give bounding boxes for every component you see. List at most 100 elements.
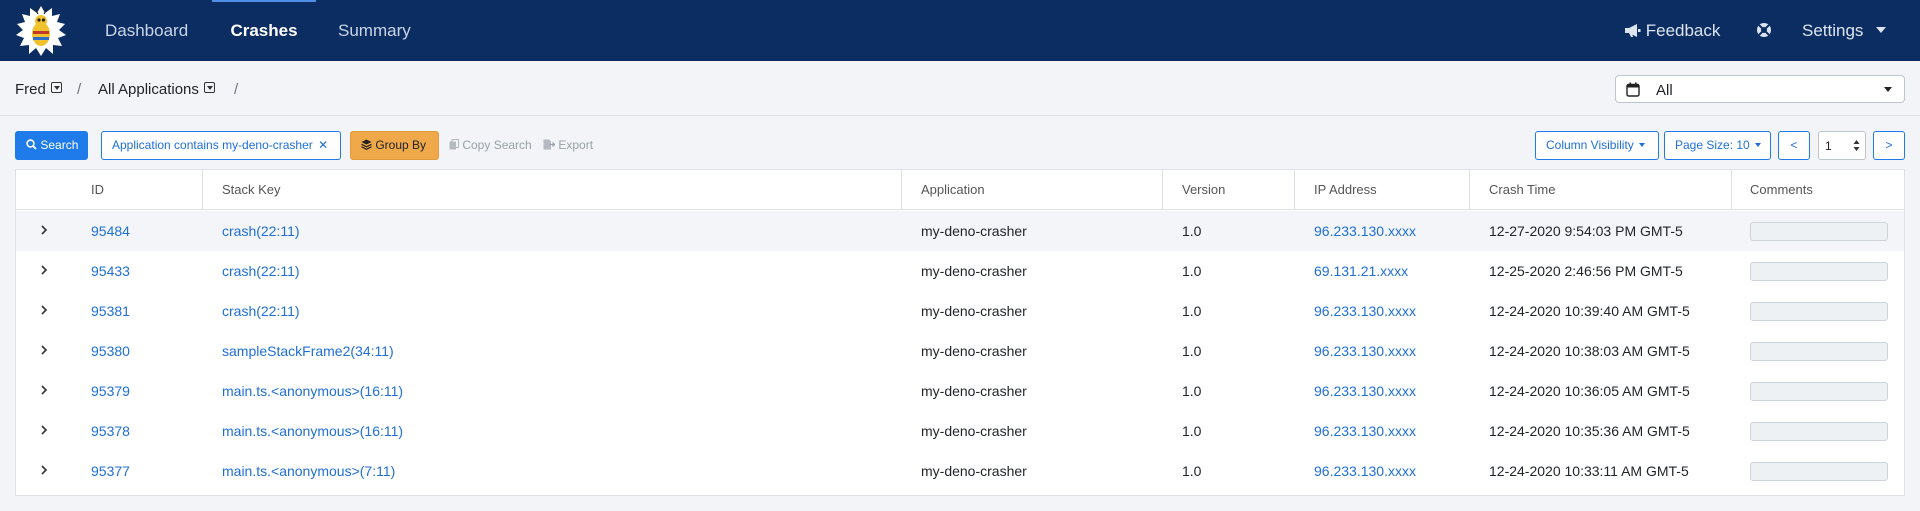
table-row[interactable]: 95381 crash(22:11) my-deno-crasher 1.0 96.23… — [16, 291, 1904, 331]
search-button[interactable]: Search — [15, 131, 88, 160]
table-row[interactable]: 95380 sampleStackFrame2(34:11) my-deno-cra… — [16, 331, 1904, 371]
copy-search-button[interactable]: Copy Search — [438, 131, 543, 160]
stack-key-link[interactable]: crash(22:11) — [222, 291, 300, 331]
prev-page-button[interactable]: < — [1778, 131, 1810, 160]
chevron-right-icon[interactable] — [40, 344, 48, 356]
ip-address-link[interactable]: 96.233.130.xxxx — [1314, 411, 1416, 451]
comments-input[interactable] — [1750, 422, 1888, 441]
settings-label: Settings — [1802, 21, 1864, 40]
crash-id-link[interactable]: 95433 — [91, 251, 130, 291]
chevron-right-icon[interactable] — [40, 384, 48, 396]
breadcrumb-application[interactable]: All Applications — [98, 81, 215, 98]
breadcrumb-user-label: Fred — [15, 81, 46, 98]
column-visibility-label: Column Visibility — [1546, 138, 1634, 152]
page-number-input[interactable]: 1 — [1818, 131, 1866, 160]
copy-search-label: Copy Search — [462, 138, 532, 152]
column-header-crash-time[interactable]: Crash Time — [1489, 170, 1555, 210]
layers-icon — [361, 139, 372, 150]
ip-address-link[interactable]: 96.233.130.xxxx — [1314, 331, 1416, 371]
column-divider — [1469, 170, 1470, 210]
search-icon — [26, 139, 37, 150]
crash-id-link[interactable]: 95380 — [91, 331, 130, 371]
crash-id-link[interactable]: 95379 — [91, 371, 130, 411]
bugsplat-logo[interactable] — [14, 4, 68, 58]
help-button[interactable] — [1756, 0, 1772, 61]
ip-address-link[interactable]: 96.233.130.xxxx — [1314, 211, 1416, 251]
column-header-version[interactable]: Version — [1182, 170, 1225, 210]
application-cell: my-deno-crasher — [921, 463, 1027, 479]
copy-icon — [449, 139, 459, 150]
version-cell: 1.0 — [1182, 463, 1202, 479]
caret-down-square-icon — [203, 82, 215, 93]
crash-time-cell: 12-25-2020 2:46:56 PM GMT-5 — [1489, 263, 1683, 279]
ip-address-link[interactable]: 69.131.21.xxxx — [1314, 251, 1408, 291]
column-divider — [901, 170, 902, 210]
chevron-right-icon[interactable] — [40, 224, 48, 236]
group-by-button[interactable]: Group By — [350, 131, 439, 160]
nav-dashboard[interactable]: Dashboard — [105, 0, 188, 61]
chevron-right-icon[interactable] — [40, 464, 48, 476]
stack-key-link[interactable]: main.ts.<anonymous>(16:11) — [222, 371, 403, 411]
nav-summary[interactable]: Summary — [338, 0, 411, 61]
megaphone-icon — [1625, 24, 1641, 37]
page-size-label: Page Size: 10 — [1675, 138, 1750, 152]
stack-key-link[interactable]: main.ts.<anonymous>(7:11) — [222, 451, 395, 491]
table-row[interactable]: 95377 main.ts.<anonymous>(7:11) my-deno-cr… — [16, 451, 1904, 491]
comments-input[interactable] — [1750, 222, 1888, 241]
column-header-application[interactable]: Application — [921, 170, 985, 210]
filter-chip-label: Application contains my-deno-crasher — [112, 138, 313, 152]
comments-input[interactable] — [1750, 462, 1888, 481]
filter-chip-application[interactable]: Application contains my-deno-crasher ✕ — [101, 131, 341, 160]
chevron-down-icon — [1884, 87, 1892, 92]
application-cell: my-deno-crasher — [921, 223, 1027, 239]
date-range-select[interactable]: All — [1615, 75, 1905, 103]
spinner-arrows-icon[interactable] — [1853, 139, 1860, 152]
comments-input[interactable] — [1750, 262, 1888, 281]
table-row[interactable]: 95378 main.ts.<anonymous>(16:11) my-deno-c… — [16, 411, 1904, 451]
page-size-dropdown[interactable]: Page Size: 10 — [1664, 131, 1771, 160]
crash-time-cell: 12-24-2020 10:35:36 AM GMT-5 — [1489, 423, 1690, 439]
ip-address-link[interactable]: 96.233.130.xxxx — [1314, 291, 1416, 331]
table-row[interactable]: 95433 crash(22:11) my-deno-crasher 1.0 69.13… — [16, 251, 1904, 291]
chevron-right-icon[interactable] — [40, 304, 48, 316]
next-page-button[interactable]: > — [1873, 131, 1905, 160]
comments-input[interactable] — [1750, 382, 1888, 401]
column-header-comments[interactable]: Comments — [1750, 170, 1813, 210]
stack-key-link[interactable]: crash(22:11) — [222, 211, 300, 251]
crash-id-link[interactable]: 95378 — [91, 411, 130, 451]
crash-id-link[interactable]: 95484 — [91, 211, 130, 251]
chevron-right-icon[interactable] — [40, 424, 48, 436]
stack-key-link[interactable]: crash(22:11) — [222, 251, 300, 291]
column-header-id[interactable]: ID — [91, 170, 104, 210]
export-label: Export — [558, 138, 594, 152]
ip-address-link[interactable]: 96.233.130.xxxx — [1314, 451, 1416, 491]
stack-key-link[interactable]: main.ts.<anonymous>(16:11) — [222, 411, 403, 451]
crash-time-cell: 12-24-2020 10:36:05 AM GMT-5 — [1489, 383, 1690, 399]
column-divider — [202, 170, 203, 210]
crash-time-cell: 12-24-2020 10:33:11 AM GMT-5 — [1489, 463, 1689, 479]
export-button[interactable]: Export — [532, 131, 604, 160]
settings-dropdown[interactable]: Settings — [1802, 0, 1887, 61]
table-row[interactable]: 95484 crash(22:11) my-deno-crasher 1.0 96.23… — [16, 211, 1904, 251]
application-cell: my-deno-crasher — [921, 383, 1027, 399]
comments-input[interactable] — [1750, 302, 1888, 321]
nav-crashes[interactable]: Crashes — [212, 0, 316, 61]
close-icon[interactable]: ✕ — [318, 138, 328, 152]
crash-time-cell: 12-27-2020 9:54:03 PM GMT-5 — [1489, 223, 1683, 239]
comments-input[interactable] — [1750, 342, 1888, 361]
table-row[interactable]: 95379 main.ts.<anonymous>(16:11) my-deno-c… — [16, 371, 1904, 411]
ip-address-link[interactable]: 96.233.130.xxxx — [1314, 371, 1416, 411]
version-cell: 1.0 — [1182, 343, 1202, 359]
column-visibility-dropdown[interactable]: Column Visibility — [1535, 131, 1659, 160]
column-header-stack-key[interactable]: Stack Key — [222, 170, 281, 210]
crash-time-cell: 12-24-2020 10:39:40 AM GMT-5 — [1489, 303, 1690, 319]
crash-id-link[interactable]: 95381 — [91, 291, 130, 331]
breadcrumb-user[interactable]: Fred — [15, 81, 62, 98]
feedback-link[interactable]: Feedback — [1624, 0, 1720, 61]
version-cell: 1.0 — [1182, 263, 1202, 279]
column-header-ip-address[interactable]: IP Address — [1314, 170, 1377, 210]
chevron-right-icon[interactable] — [40, 264, 48, 276]
feedback-label: Feedback — [1645, 21, 1721, 40]
crash-id-link[interactable]: 95377 — [91, 451, 130, 491]
stack-key-link[interactable]: sampleStackFrame2(34:11) — [222, 331, 394, 371]
